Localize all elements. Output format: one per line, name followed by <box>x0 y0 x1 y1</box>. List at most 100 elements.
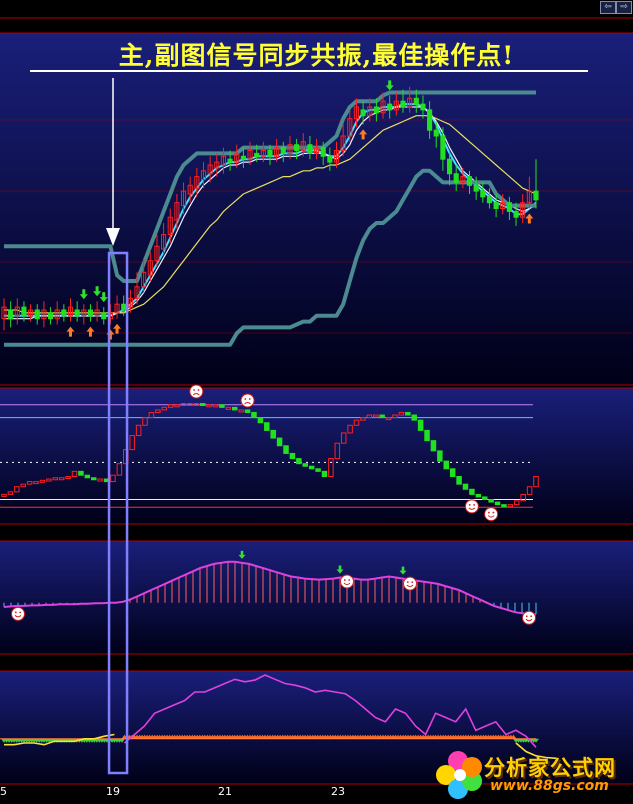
sad-face-icon <box>240 393 255 408</box>
smile-face-icon <box>464 499 479 514</box>
candle <box>47 312 54 320</box>
candle <box>267 150 273 157</box>
oscillator-bar <box>276 437 283 447</box>
oscillator-panel-2 <box>0 540 633 655</box>
smile-face-icon <box>522 610 536 625</box>
face-eye <box>244 398 247 400</box>
candle <box>307 144 313 154</box>
face-eye <box>406 581 409 584</box>
oscillator-bar <box>90 477 97 481</box>
candle <box>294 144 300 151</box>
candle <box>61 309 67 317</box>
oscillator-bar <box>475 493 482 498</box>
oscillator-bar <box>437 450 443 462</box>
candle <box>446 158 453 175</box>
candle <box>254 152 260 157</box>
oscillator-bar <box>283 445 289 454</box>
smile-face-icon <box>340 574 354 589</box>
face-eye <box>525 615 528 618</box>
candle <box>280 147 286 154</box>
candle <box>480 190 486 198</box>
oscillator-bar <box>424 429 430 442</box>
candle <box>101 312 107 320</box>
candle <box>493 202 499 209</box>
oscillator-bar <box>231 406 238 411</box>
oscillator-bar <box>244 409 251 413</box>
candle <box>427 109 433 131</box>
scroll-left-button[interactable]: ⇦ <box>600 1 616 14</box>
oscillator-bar <box>481 496 488 501</box>
face-eye <box>343 579 346 581</box>
candle <box>320 147 326 157</box>
candle <box>360 109 366 117</box>
oscillator-bar <box>462 483 469 490</box>
oscillator-bar <box>78 470 84 476</box>
oscillator-bar <box>405 411 411 416</box>
candle <box>506 202 512 212</box>
oscillator-bar <box>296 458 302 465</box>
oscillator-bar <box>501 504 507 508</box>
watermark-url: www.88gs.com <box>490 778 609 794</box>
oscillator-bar <box>456 475 462 485</box>
oscillator-bar <box>321 470 328 477</box>
candle <box>387 103 393 111</box>
oscillator-bar <box>449 468 456 477</box>
oscillator-bar <box>289 452 296 460</box>
face-eye <box>193 389 195 391</box>
oscillator-bar <box>270 429 276 439</box>
candle <box>400 100 406 108</box>
oscillator-bar <box>379 414 385 419</box>
smile-face-icon <box>403 576 417 591</box>
candle <box>8 309 14 320</box>
face-eye <box>492 511 495 514</box>
candle <box>420 103 426 111</box>
smile-face-icon <box>484 507 499 522</box>
oscillator-bar <box>302 463 309 467</box>
candle <box>433 129 439 137</box>
oscillator-bar <box>251 411 257 419</box>
candle <box>74 309 80 317</box>
candle <box>34 309 40 320</box>
oscillator-panel-1 <box>0 384 633 525</box>
candle <box>466 176 473 186</box>
candle <box>21 306 27 317</box>
face-eye <box>19 611 22 614</box>
x-tick-label: 19 <box>106 785 120 798</box>
oscillator-bar <box>219 404 225 408</box>
scroll-right-button[interactable]: ⇨ <box>616 1 632 14</box>
candle <box>240 155 246 160</box>
candle <box>453 173 459 183</box>
oscillator-bar <box>411 414 417 421</box>
face-eye <box>468 504 471 506</box>
sad-face-icon <box>189 384 204 399</box>
sub2-background <box>0 541 633 654</box>
candle <box>513 210 519 218</box>
candle <box>413 97 419 105</box>
oscillator-bar <box>469 488 475 495</box>
face-eye <box>14 611 17 614</box>
oscillator-bar <box>257 417 264 424</box>
x-tick-label: 5 <box>0 785 7 798</box>
face-eye <box>348 579 351 581</box>
oscillator-bar <box>199 403 206 407</box>
candle <box>327 155 333 163</box>
chart-canvas <box>0 0 633 804</box>
face-eye <box>248 398 251 400</box>
oscillator-bar <box>430 440 437 452</box>
oscillator-bar <box>84 474 91 479</box>
smile-face-icon <box>11 606 25 621</box>
face-eye <box>488 511 490 514</box>
main-price-panel <box>0 17 633 386</box>
candle <box>373 106 379 114</box>
face-eye <box>411 581 414 584</box>
face-eye <box>473 504 476 506</box>
oscillator-bar <box>308 465 315 470</box>
oscillator-bar <box>488 499 494 503</box>
candle <box>227 158 233 163</box>
oscillator-bar <box>443 460 450 470</box>
sub1-background <box>0 388 633 524</box>
candle <box>473 184 479 192</box>
candle <box>533 190 539 201</box>
headline-underline <box>30 70 588 72</box>
candle <box>121 303 127 311</box>
